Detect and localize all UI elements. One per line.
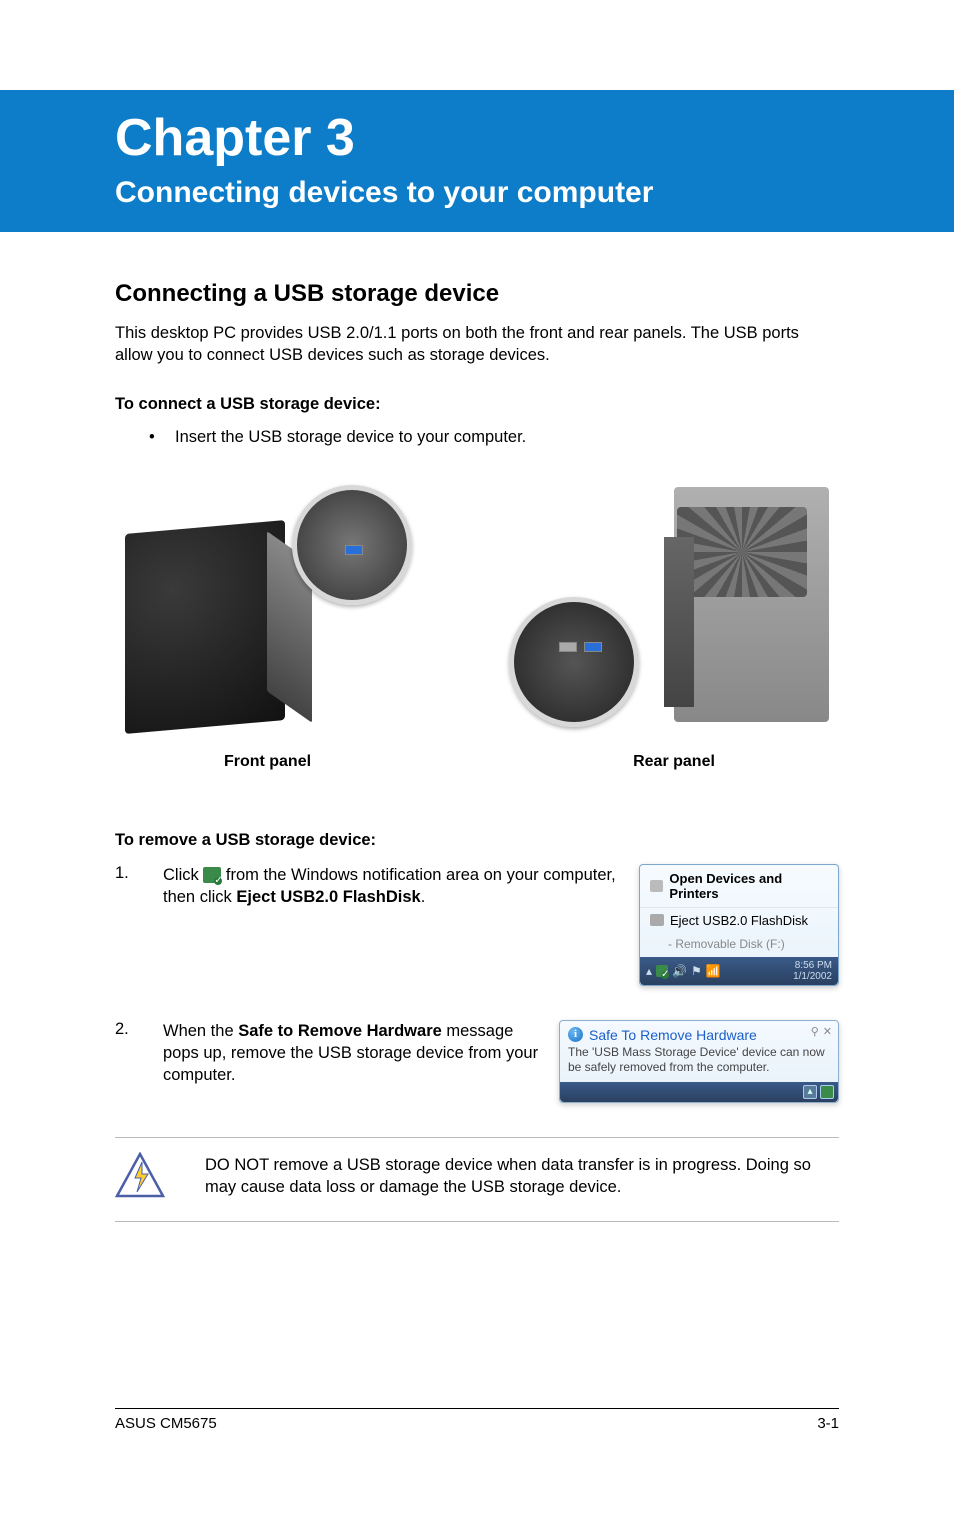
remove-subheading: To remove a USB storage device: <box>115 831 839 850</box>
section-heading: Connecting a USB storage device <box>115 280 839 308</box>
step-number: 1. <box>115 864 163 986</box>
step1-text: Click from the Windows notification area… <box>163 864 639 986</box>
menu-open-devices[interactable]: Open Devices and Printers <box>640 865 838 907</box>
front-panel-illustration <box>115 477 420 737</box>
drive-icon <box>650 914 664 926</box>
chapter-subtitle: Connecting devices to your computer <box>115 176 954 210</box>
tray-safely-remove-icon[interactable] <box>820 1085 834 1099</box>
tray-up-icon[interactable]: ▴ <box>646 964 652 978</box>
balloon-pin-icon[interactable]: ⚲ <box>811 1025 819 1038</box>
front-panel-caption: Front panel <box>115 753 420 771</box>
intro-paragraph: This desktop PC provides USB 2.0/1.1 por… <box>115 322 839 367</box>
bullet-text: Insert the USB storage device to your co… <box>175 428 839 447</box>
connect-subheading: To connect a USB storage device: <box>115 395 839 414</box>
warning-text: DO NOT remove a USB storage device when … <box>205 1152 839 1199</box>
balloon-body: The 'USB Mass Storage Device' device can… <box>568 1045 830 1076</box>
safely-remove-tray-icon <box>203 867 221 883</box>
balloon-close-icon[interactable]: ✕ <box>823 1025 832 1038</box>
rear-panel-caption: Rear panel <box>509 753 839 771</box>
menu-eject-flashdisk[interactable]: Eject USB2.0 FlashDisk <box>640 907 838 933</box>
info-icon: i <box>568 1027 583 1042</box>
step-number: 2. <box>115 1020 163 1103</box>
bullet-item: • Insert the USB storage device to your … <box>115 428 839 447</box>
warning-note: DO NOT remove a USB storage device when … <box>115 1137 839 1222</box>
safe-remove-balloon: ⚲ ✕ i Safe To Remove Hardware The 'USB M… <box>559 1020 839 1103</box>
step2-text: When the Safe to Remove Hardware message… <box>163 1020 559 1103</box>
chapter-header: Chapter 3 Connecting devices to your com… <box>0 90 954 232</box>
chapter-title: Chapter 3 <box>115 108 954 168</box>
tray-volume-icon[interactable]: 🔊 <box>672 964 687 978</box>
tray-flag-icon[interactable]: ⚑ <box>691 964 702 978</box>
menu-removable-disk: - Removable Disk (F:) <box>640 933 838 957</box>
warning-lightning-icon <box>115 1152 165 1202</box>
show-hidden-icons[interactable]: ▴ <box>803 1085 817 1099</box>
footer-model: ASUS CM5675 <box>115 1415 217 1432</box>
windows-eject-menu: Open Devices and Printers Eject USB2.0 F… <box>639 864 839 986</box>
tray-network-icon[interactable]: 📶 <box>706 964 721 978</box>
tray-safely-remove-icon[interactable] <box>656 965 668 977</box>
balloon-title: Safe To Remove Hardware <box>589 1027 757 1043</box>
footer-page-number: 3-1 <box>817 1415 839 1432</box>
taskbar: ▴ 🔊 ⚑ 📶 8:56 PM 1/1/2002 <box>640 957 838 985</box>
printer-icon <box>650 880 663 892</box>
bullet-marker: • <box>115 428 175 447</box>
balloon-controls: ⚲ ✕ <box>811 1025 832 1038</box>
rear-panel-illustration <box>509 477 839 737</box>
page-footer: ASUS CM5675 3-1 <box>115 1408 839 1432</box>
tray-clock[interactable]: 8:56 PM 1/1/2002 <box>793 960 832 982</box>
